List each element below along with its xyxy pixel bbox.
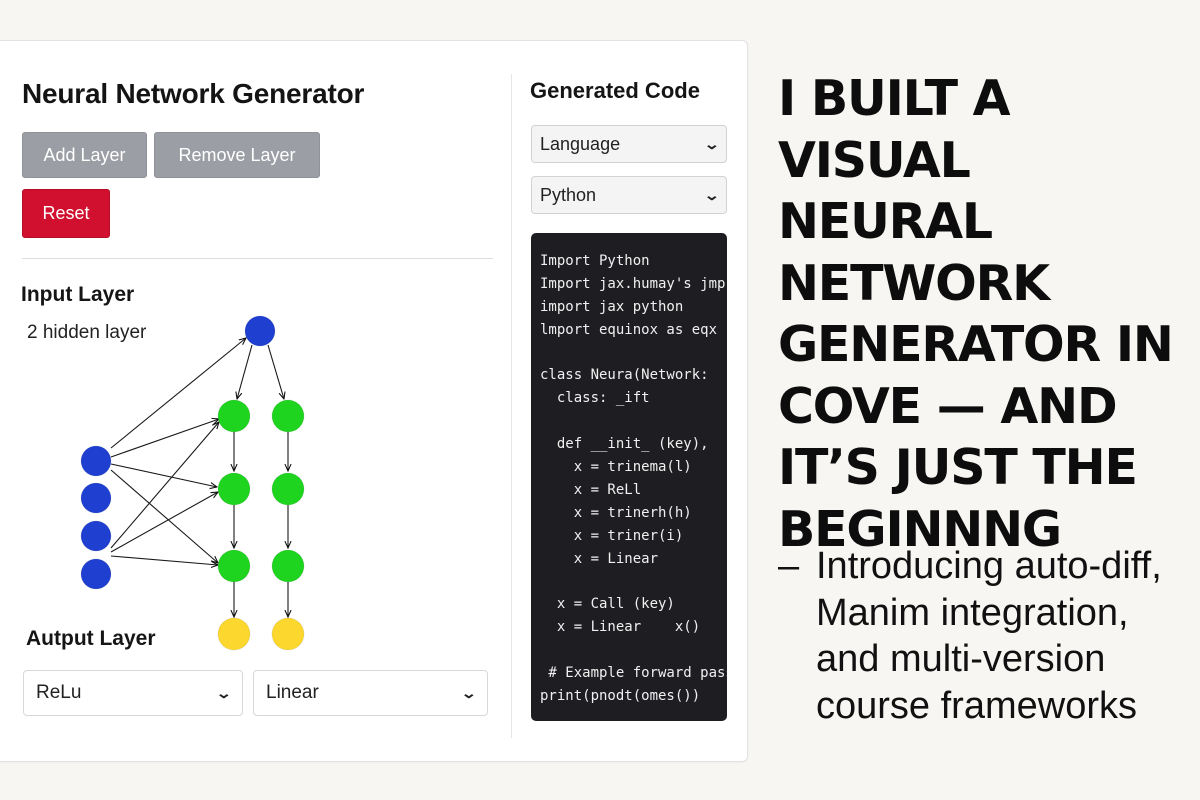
code-panel: Import Python Import jax.humay's jmp impor… [531,233,727,721]
hidden-node [271,399,305,433]
code-line: x = Linear [540,551,659,567]
activation-select-1[interactable]: ReLu ⌄ [23,670,243,716]
chevron-down-icon: ⌄ [460,684,478,701]
top-node [244,315,276,347]
python-select-value: Python [540,184,597,205]
code-line: x = trinerh(h) [540,505,692,521]
language-select[interactable]: Language ⌄ [531,125,727,163]
hidden-node [271,549,305,583]
code-line: x = triner(i) [540,528,684,544]
chevron-down-icon: ⌄ [703,135,721,152]
code-line: x = ReLl [540,482,642,498]
connection-edge [110,419,219,458]
activation-select-2[interactable]: Linear ⌄ [253,670,488,716]
code-line: class: _ift [540,390,650,406]
input-node [80,445,112,477]
bullet-dash: – [778,545,800,587]
input-node [80,482,112,514]
code-line: Import Python [540,253,650,269]
chevron-down-icon: ⌄ [703,186,721,203]
bullet-text: Introducing auto-diff, Manim integration… [816,545,1162,727]
code-line: x = Call (key) [540,596,675,612]
connection-edge [267,344,284,399]
activation-select-2-value: Linear [266,682,319,703]
connection-edge [110,338,246,449]
chevron-down-icon: ⌄ [215,684,233,701]
hidden-node [271,472,305,506]
connection-edge [237,344,253,399]
hidden-node [217,399,251,433]
output-node [217,617,251,651]
code-line: # Example forward pass [540,665,727,681]
input-node [80,558,112,590]
connection-edge [110,422,219,549]
code-line: x = Linear x() [540,619,701,635]
code-line: print(pnodt(omes()) [540,688,701,704]
code-line: def __init_ (key), [540,436,709,452]
output-layer-label: Autput Layer [26,627,156,650]
activation-select-1-value: ReLu [36,682,82,703]
input-node [80,520,112,552]
code-line: lmport equinox as eqx [540,322,718,338]
code-line: import jax python [540,299,684,315]
output-node [271,617,305,651]
connection-edge [110,492,218,553]
generated-code-title: Generated Code [530,78,700,103]
headline: I BUILT A VISUAL NEURAL NETWORK GENERATO… [778,70,1174,558]
python-select[interactable]: Python ⌄ [531,176,727,214]
code-line: x = trinema(l) [540,459,692,475]
hidden-node [217,549,251,583]
language-select-value: Language [540,133,621,154]
code-line: class Neura(Network: [540,367,709,383]
hidden-node [217,472,251,506]
code-line: Import jax.humay's jmp [540,276,726,292]
connection-edge [110,555,218,565]
